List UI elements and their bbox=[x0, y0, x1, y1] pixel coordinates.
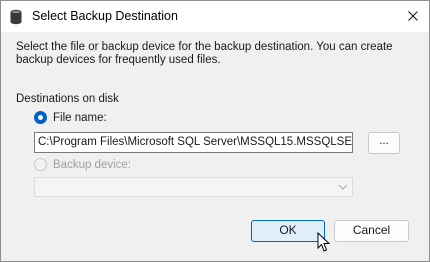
ok-button[interactable]: OK bbox=[251, 220, 325, 242]
database-icon bbox=[9, 9, 23, 25]
backup-device-select[interactable] bbox=[34, 177, 353, 197]
dialog-body: Select the file or backup device for the… bbox=[1, 32, 429, 261]
file-name-input[interactable]: C:\Program Files\Microsoft SQL Server\MS… bbox=[34, 132, 353, 153]
chevron-down-icon bbox=[338, 184, 348, 190]
title-bar: Select Backup Destination bbox=[1, 1, 429, 32]
window-title: Select Backup Destination bbox=[32, 9, 178, 23]
file-name-radio[interactable] bbox=[34, 111, 47, 124]
browse-button[interactable]: ... bbox=[368, 132, 400, 154]
cancel-button[interactable]: Cancel bbox=[334, 220, 409, 242]
close-icon bbox=[408, 11, 418, 21]
backup-device-label[interactable]: Backup device: bbox=[53, 159, 131, 171]
select-backup-destination-dialog: Select Backup Destination Select the fil… bbox=[0, 0, 430, 262]
mouse-pointer-icon bbox=[317, 231, 331, 253]
close-button[interactable] bbox=[399, 4, 427, 29]
file-name-label[interactable]: File name: bbox=[53, 112, 107, 124]
description-text: Select the file or backup device for the… bbox=[16, 41, 393, 66]
destinations-group-label: Destinations on disk bbox=[16, 93, 119, 105]
backup-device-radio[interactable] bbox=[34, 158, 47, 171]
